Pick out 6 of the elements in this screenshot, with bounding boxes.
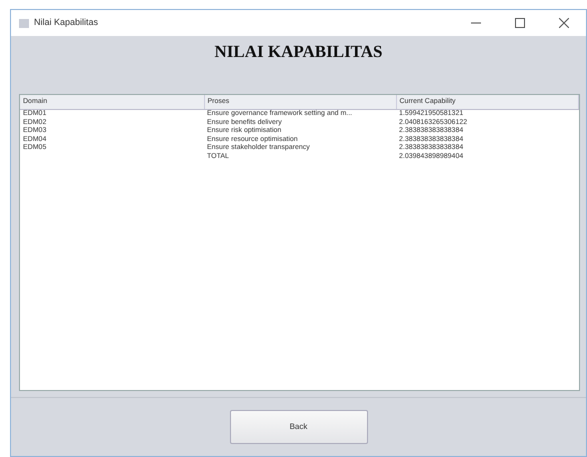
page-heading: NILAI KAPABILITAS (214, 41, 384, 63)
back-button[interactable]: Back (230, 410, 368, 444)
close-icon[interactable] (559, 18, 569, 28)
maximize-icon[interactable] (515, 18, 525, 28)
app-icon (19, 18, 29, 28)
window-title: Nilai Kapabilitas (34, 16, 100, 30)
